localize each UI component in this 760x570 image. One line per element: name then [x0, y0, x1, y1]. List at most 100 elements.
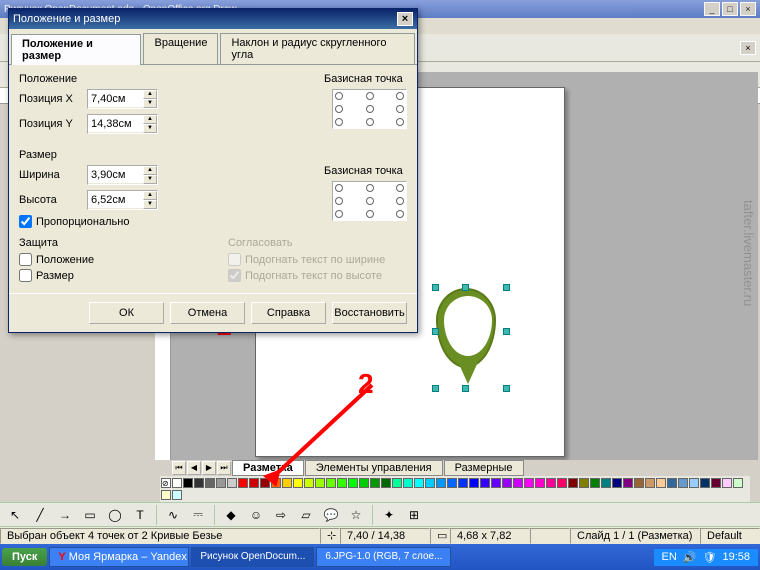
color-swatch[interactable] — [161, 490, 171, 500]
layer-tab-controls[interactable]: Элементы управления — [305, 460, 443, 476]
checkbox-proportional[interactable]: Пропорционально — [19, 215, 294, 228]
no-fill-swatch[interactable]: ⊘ — [161, 478, 171, 488]
color-swatch[interactable] — [260, 478, 270, 488]
color-swatch[interactable] — [601, 478, 611, 488]
start-button[interactable]: Пуск — [2, 548, 47, 566]
color-swatch[interactable] — [700, 478, 710, 488]
maximize-button[interactable]: □ — [722, 2, 738, 16]
color-swatch[interactable] — [348, 478, 358, 488]
color-swatch[interactable] — [590, 478, 600, 488]
spin-down[interactable]: ▼ — [143, 99, 157, 108]
taskbar-item[interactable]: 6.JPG-1.0 (RGB, 7 слое... — [316, 547, 451, 567]
input-width[interactable]: ▲▼ — [87, 165, 158, 185]
arrow-tool-icon[interactable]: → — [54, 504, 76, 526]
color-swatch[interactable] — [689, 478, 699, 488]
color-swatch[interactable] — [733, 478, 743, 488]
ellipse-tool-icon[interactable]: ◯ — [104, 504, 126, 526]
color-swatch[interactable] — [535, 478, 545, 488]
color-swatch[interactable] — [579, 478, 589, 488]
spin-up[interactable]: ▲ — [143, 166, 157, 175]
height-field[interactable] — [88, 191, 143, 208]
system-tray[interactable]: EN 🔊 🛡 19:58 — [654, 549, 758, 566]
prop-check[interactable] — [19, 215, 32, 228]
layer-tab-dims[interactable]: Размерные — [444, 460, 524, 476]
color-swatch[interactable] — [722, 478, 732, 488]
ok-button[interactable]: ОК — [89, 302, 164, 324]
color-swatch[interactable] — [227, 478, 237, 488]
input-pos-y[interactable]: ▲▼ — [87, 114, 158, 134]
color-swatch[interactable] — [238, 478, 248, 488]
color-swatch[interactable] — [711, 478, 721, 488]
help-button[interactable]: Справка — [251, 302, 326, 324]
checkbox-protect-pos[interactable]: Положение — [19, 253, 198, 266]
resize-handle[interactable] — [503, 328, 510, 335]
minimize-button[interactable]: _ — [704, 2, 720, 16]
spin-up[interactable]: ▲ — [143, 115, 157, 124]
anchor-picker-size[interactable] — [332, 181, 407, 221]
color-swatch[interactable] — [172, 478, 182, 488]
color-swatch[interactable] — [568, 478, 578, 488]
color-swatch[interactable] — [524, 478, 534, 488]
color-swatch[interactable] — [480, 478, 490, 488]
status-zoom[interactable] — [530, 528, 570, 544]
tray-icon[interactable]: 🔊 — [683, 551, 697, 564]
pear-shape[interactable] — [436, 288, 496, 368]
tray-icon[interactable]: 🛡 — [703, 551, 717, 564]
tab-nav-last[interactable]: ⏭ — [217, 461, 231, 475]
resize-handle[interactable] — [503, 385, 510, 392]
resize-handle[interactable] — [432, 328, 439, 335]
color-swatch[interactable] — [194, 478, 204, 488]
resize-handle[interactable] — [432, 385, 439, 392]
text-tool-icon[interactable]: T — [129, 504, 151, 526]
glue-tool-icon[interactable]: ⊞ — [403, 504, 425, 526]
tab-nav-first[interactable]: ⏮ — [172, 461, 186, 475]
color-swatch[interactable] — [282, 478, 292, 488]
resize-handle[interactable] — [432, 284, 439, 291]
connector-tool-icon[interactable]: ⎓ — [187, 504, 209, 526]
tab-nav-prev[interactable]: ◀ — [187, 461, 201, 475]
color-swatch[interactable] — [326, 478, 336, 488]
color-swatch[interactable] — [469, 478, 479, 488]
flowchart-tool-icon[interactable]: ▱ — [295, 504, 317, 526]
dialog-close-button[interactable]: × — [397, 12, 413, 26]
color-swatch[interactable] — [546, 478, 556, 488]
color-swatch[interactable] — [381, 478, 391, 488]
pos-y-field[interactable] — [88, 115, 143, 132]
arrows-tool-icon[interactable]: ⇨ — [270, 504, 292, 526]
color-swatch[interactable] — [293, 478, 303, 488]
points-tool-icon[interactable]: ✦ — [378, 504, 400, 526]
tray-lang-icon[interactable]: EN — [662, 551, 677, 563]
color-swatch[interactable] — [612, 478, 622, 488]
color-swatch[interactable] — [359, 478, 369, 488]
line-tool-icon[interactable]: ╱ — [29, 504, 51, 526]
color-swatch[interactable] — [216, 478, 226, 488]
reset-button[interactable]: Восстановить — [332, 302, 407, 324]
color-swatch[interactable] — [436, 478, 446, 488]
select-tool-icon[interactable]: ↖ — [4, 504, 26, 526]
width-field[interactable] — [88, 166, 143, 183]
color-swatch[interactable] — [183, 478, 193, 488]
spin-up[interactable]: ▲ — [143, 90, 157, 99]
callout-tool-icon[interactable]: 💬 — [320, 504, 342, 526]
color-swatch[interactable] — [304, 478, 314, 488]
spin-up[interactable]: ▲ — [143, 191, 157, 200]
color-swatch[interactable] — [172, 490, 182, 500]
color-swatch[interactable] — [502, 478, 512, 488]
color-swatch[interactable] — [425, 478, 435, 488]
selected-shape[interactable] — [436, 288, 506, 388]
input-height[interactable]: ▲▼ — [87, 190, 158, 210]
resize-handle[interactable] — [462, 385, 469, 392]
input-pos-x[interactable]: ▲▼ — [87, 89, 158, 109]
color-swatch[interactable] — [458, 478, 468, 488]
tab-slant[interactable]: Наклон и радиус скругленного угла — [220, 33, 415, 64]
color-swatch[interactable] — [370, 478, 380, 488]
color-swatch[interactable] — [491, 478, 501, 488]
doc-close-button[interactable]: × — [740, 41, 756, 55]
color-swatch[interactable] — [271, 478, 281, 488]
symbol-tool-icon[interactable]: ☺ — [245, 504, 267, 526]
color-swatch[interactable] — [315, 478, 325, 488]
resize-handle[interactable] — [462, 284, 469, 291]
tab-position-size[interactable]: Положение и размер — [11, 34, 141, 65]
taskbar-item[interactable]: Рисунок OpenDocum... — [191, 547, 314, 567]
checkbox-protect-size[interactable]: Размер — [19, 269, 198, 282]
